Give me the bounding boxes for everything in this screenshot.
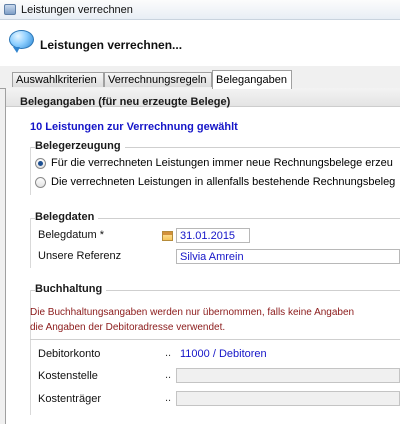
panel-title: Belegangaben (für neu erzeugte Belege) bbox=[20, 96, 231, 108]
window-title: Leistungen verrechnen bbox=[21, 3, 133, 16]
calendar-icon[interactable] bbox=[162, 231, 173, 241]
note-line: Die Buchhaltungsangaben werden nur übern… bbox=[30, 307, 355, 318]
debitorkonto-field[interactable]: 11000 / Debitoren bbox=[176, 346, 400, 361]
belegdatum-field[interactable]: 31.01.2015 bbox=[176, 228, 250, 243]
tab-label: Belegangaben bbox=[216, 74, 287, 86]
speech-bubble-icon bbox=[9, 30, 34, 53]
app-icon bbox=[4, 4, 16, 15]
group-title-belegerzeugung: Belegerzeugung bbox=[35, 140, 125, 152]
referenz-field[interactable]: Silvia Amrein bbox=[176, 249, 400, 264]
kostentraeger-label: Kostenträger bbox=[38, 393, 101, 405]
kostentraeger-field[interactable] bbox=[176, 391, 400, 406]
dialog-heading: Leistungen verrechnen... bbox=[40, 38, 183, 52]
window-titlebar: Leistungen verrechnen bbox=[0, 0, 400, 20]
group-border bbox=[30, 147, 31, 195]
referenz-label: Unsere Referenz bbox=[38, 250, 122, 262]
debitorkonto-label: Debitorkonto bbox=[38, 348, 101, 360]
note-line: die Angaben der Debitoradresse verwendet… bbox=[30, 322, 226, 333]
tab-strip: Auswahlkriterien Verrechnungsregeln Bele… bbox=[0, 70, 400, 89]
selection-info: 10 Leistungen zur Verrechnung gewählt bbox=[30, 121, 238, 133]
radio-label: Für die verrechneten Leistungen immer ne… bbox=[51, 157, 393, 169]
lookup-dots-button[interactable]: .. bbox=[165, 392, 171, 404]
radio-bestehende-belege[interactable]: Die verrechneten Leistungen in allenfall… bbox=[35, 176, 395, 188]
divider bbox=[30, 339, 400, 340]
radio-button-checked[interactable] bbox=[35, 157, 46, 169]
tab-belegangaben[interactable]: Belegangaben bbox=[212, 70, 292, 89]
tab-label: Verrechnungsregeln bbox=[108, 74, 207, 86]
tab-label: Auswahlkriterien bbox=[16, 74, 97, 86]
radio-button[interactable] bbox=[35, 176, 46, 188]
group-title-belegdaten: Belegdaten bbox=[35, 211, 99, 223]
buchhaltung-note: Die Buchhaltungsangaben werden nur übern… bbox=[30, 305, 400, 335]
dialog-header: Leistungen verrechnen... bbox=[0, 20, 400, 66]
radio-neue-belege[interactable]: Für die verrechneten Leistungen immer ne… bbox=[35, 157, 393, 169]
group-title-buchhaltung: Buchhaltung bbox=[35, 283, 107, 295]
lookup-dots-button[interactable]: .. bbox=[165, 347, 171, 359]
belegdatum-label: Belegdatum * bbox=[38, 229, 105, 241]
lookup-dots-button[interactable]: .. bbox=[165, 369, 171, 381]
kostenstelle-field[interactable] bbox=[176, 368, 400, 383]
tab-auswahlkriterien[interactable]: Auswahlkriterien bbox=[12, 72, 104, 87]
tab-verrechnungsregeln[interactable]: Verrechnungsregeln bbox=[104, 72, 212, 87]
kostenstelle-label: Kostenstelle bbox=[38, 370, 98, 382]
group-border bbox=[30, 218, 31, 268]
radio-label: Die verrechneten Leistungen in allenfall… bbox=[51, 176, 396, 188]
